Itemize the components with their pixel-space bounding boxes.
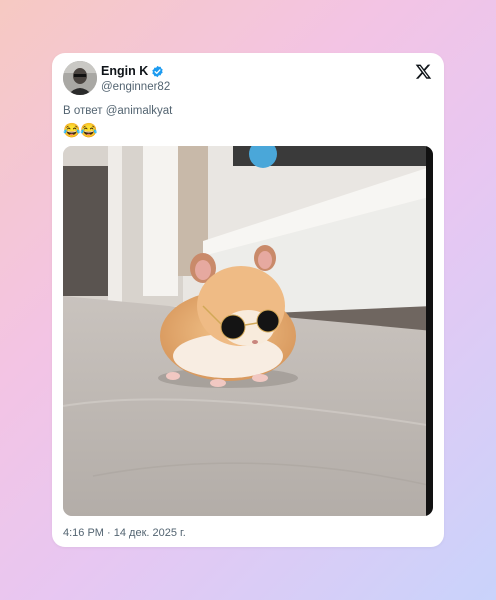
hamster-photo [63, 146, 433, 516]
tweet-card: Engin K @enginner82 В ответ @animalkyat … [52, 53, 444, 547]
tweet-text: 😂😂 [63, 122, 98, 138]
author-name-text: Engin K [101, 64, 149, 78]
author-name[interactable]: Engin K [101, 64, 164, 79]
x-logo-icon[interactable] [415, 63, 432, 80]
verified-badge-icon [152, 65, 163, 78]
reply-context[interactable]: В ответ @animalkyat [63, 105, 172, 117]
tweet-timestamp[interactable]: 4:16 PM · 14 дек. 2025 г. [63, 527, 186, 539]
author-handle[interactable]: @enginner82 [101, 81, 170, 93]
tweet-media[interactable] [63, 146, 433, 516]
avatar[interactable] [63, 61, 97, 95]
